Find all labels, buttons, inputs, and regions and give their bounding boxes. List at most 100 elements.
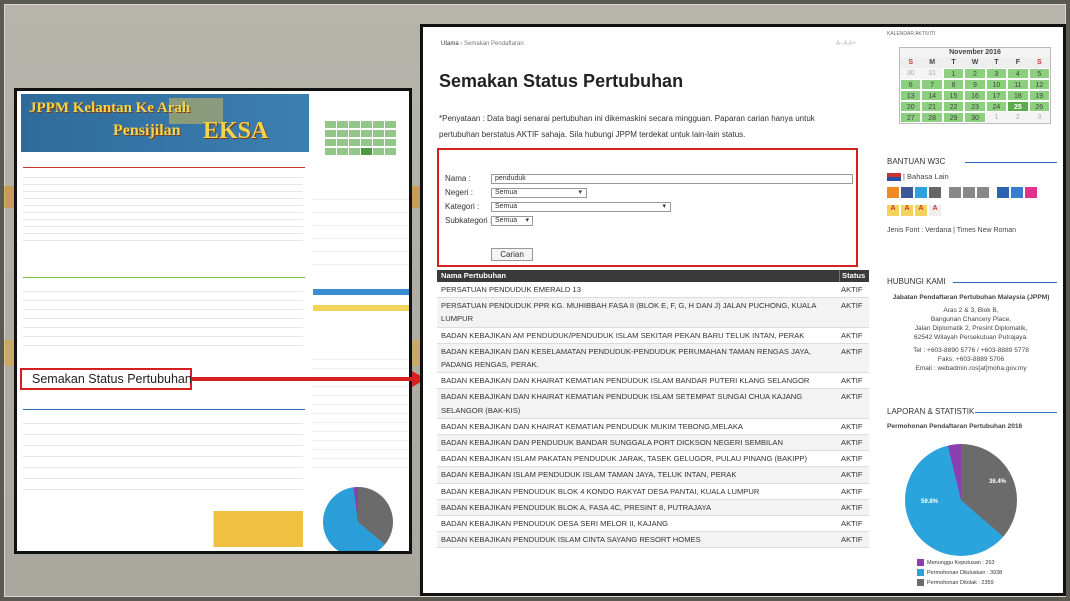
calendar-day[interactable]: 27 — [900, 112, 922, 123]
results-table: Nama Pertubuhan Status PERSATUAN PENDUDU… — [437, 270, 869, 549]
negeri-select[interactable]: Semua ▾ — [491, 188, 587, 198]
accessibility-icons — [887, 187, 1039, 198]
calendar-day[interactable]: 2 — [964, 68, 986, 79]
calendar-day[interactable]: 29 — [942, 112, 965, 123]
color-theme-icon[interactable] — [1010, 187, 1023, 198]
calendar-day[interactable]: 3 — [985, 68, 1008, 79]
calendar-day[interactable]: 3 — [1029, 112, 1050, 123]
pie-label-approved: 59.8% — [921, 499, 939, 505]
contrast-icon[interactable] — [962, 187, 975, 198]
calendar-day[interactable]: 31 — [921, 68, 942, 79]
org-name: PERSATUAN PENDUDUK PPR KG. MUHIBBAH FASA… — [441, 301, 816, 324]
calendar-day[interactable]: 11 — [1007, 79, 1029, 90]
calendar-day-header: S — [900, 57, 922, 68]
table-row[interactable]: BADAN KEBAJIKAN PENDUDUK ISLAM CINTA SAY… — [437, 532, 869, 549]
banner-line2: Pensijilan — [113, 122, 181, 139]
calendar-day[interactable]: 14 — [921, 90, 943, 101]
kategori-select[interactable]: Semua ▾ — [491, 202, 671, 212]
calendar-day[interactable]: 28 — [921, 112, 943, 123]
calendar-day[interactable]: 7 — [921, 79, 943, 90]
calendar-day[interactable]: 6 — [900, 79, 922, 90]
text-size-icons[interactable]: A- A A+ — [836, 41, 856, 47]
org-name: PERSATUAN PENDUDUK EMERALD 13 — [441, 285, 581, 294]
color-theme-icon[interactable] — [996, 187, 1009, 198]
font-size-button[interactable]: A — [887, 205, 899, 216]
org-status: AKTIF — [841, 285, 863, 294]
table-row[interactable]: BADAN KEBAJIKAN ISLAM PAKATAN PENDUDUK J… — [437, 451, 869, 468]
language-row[interactable]: | Bahasa Lain — [887, 172, 949, 182]
banner-line3: EKSA — [203, 118, 269, 144]
font-size-button[interactable]: A — [929, 205, 941, 216]
calendar-day[interactable]: 9 — [964, 79, 986, 90]
breadcrumb-home[interactable]: Utama — [441, 41, 459, 47]
calendar-day[interactable]: 8 — [942, 79, 965, 90]
contrast-icon[interactable] — [976, 187, 989, 198]
nama-input[interactable]: penduduk — [491, 174, 853, 184]
table-row[interactable]: BADAN KEBAJIKAN AM PENDUDUK/PENDUDUK ISL… — [437, 328, 869, 344]
flag-icon — [887, 173, 901, 182]
sitemap-icon[interactable] — [929, 187, 941, 198]
calendar-day[interactable]: 22 — [942, 101, 965, 112]
facebook-icon[interactable] — [901, 187, 913, 198]
org-name: BADAN KEBAJIKAN PENDUDUK BLOK 4 KONDO RA… — [441, 486, 760, 496]
table-row[interactable]: BADAN KEBAJIKAN ISLAM PENDUDUK ISLAM TAM… — [437, 467, 869, 484]
calendar-day-header: T — [942, 57, 965, 68]
negeri-value: Semua — [495, 189, 518, 196]
calendar-day[interactable]: 20 — [900, 101, 922, 112]
table-row[interactable]: BADAN KEBAJIKAN DAN KHAIRAT KEMATIAN PEN… — [437, 419, 869, 436]
subkategori-select[interactable]: Semua ▾ — [491, 216, 533, 226]
calendar-day[interactable]: 25 — [1007, 101, 1029, 112]
table-row[interactable]: BADAN KEBAJIKAN DAN KHAIRAT KEMATIAN PEN… — [437, 389, 869, 419]
table-row[interactable]: BADAN KEBAJIKAN DAN KESELAMATAN PENDUDUK… — [437, 343, 869, 374]
org-name: BADAN KEBAJIKAN DAN KHAIRAT KEMATIAN PEN… — [441, 421, 743, 431]
calendar-day[interactable]: 18 — [1007, 90, 1029, 101]
twitter-icon[interactable] — [915, 187, 927, 198]
table-row[interactable]: BADAN KEBAJIKAN PENDUDUK DESA SERI MELOR… — [437, 516, 869, 533]
w3c-heading: BANTUAN W3C — [887, 157, 946, 166]
org-status: AKTIF — [841, 502, 863, 512]
calendar-day[interactable]: 30 — [900, 68, 921, 79]
org-status: AKTIF — [841, 486, 863, 496]
calendar-day[interactable]: 2 — [1007, 112, 1028, 123]
calendar-month: November 2016 — [949, 49, 1001, 56]
font-size-button[interactable]: A — [901, 205, 913, 216]
calendar-day[interactable]: 5 — [1028, 68, 1050, 79]
color-theme-icon[interactable] — [1024, 187, 1037, 198]
org-status: AKTIF — [841, 346, 863, 356]
contrast-icon[interactable] — [948, 187, 961, 198]
language-link[interactable]: | Bahasa Lain — [903, 172, 949, 181]
calendar-day[interactable]: 13 — [900, 90, 922, 101]
font-type-row[interactable]: Jenis Font : Verdana | Times New Roman — [887, 227, 1016, 234]
arrow-line — [192, 377, 412, 381]
calendar-day[interactable]: 24 — [985, 101, 1008, 112]
section-placeholder — [23, 511, 303, 547]
table-row[interactable]: BADAN KEBAJIKAN DAN KHAIRAT KEMATIAN PEN… — [437, 373, 869, 390]
table-row[interactable]: BADAN KEBAJIKAN PENDUDUK BLOK A, FASA 4C… — [437, 499, 869, 517]
calendar-day[interactable]: 19 — [1028, 90, 1050, 101]
calendar-day[interactable]: 30 — [964, 112, 986, 123]
calendar-day[interactable]: 1 — [942, 68, 965, 79]
breadcrumb-current[interactable]: Semakan Pendaftaran — [464, 41, 524, 47]
calendar-day[interactable]: 16 — [964, 90, 986, 101]
calendar-day[interactable]: 15 — [942, 90, 965, 101]
calendar-day[interactable]: 10 — [985, 79, 1008, 90]
column-name-header: Nama Pertubuhan — [441, 271, 506, 280]
table-row[interactable]: BADAN KEBAJIKAN PENDUDUK BLOK 4 KONDO RA… — [437, 484, 869, 500]
calendar-day[interactable]: 26 — [1028, 101, 1050, 112]
calendar-day[interactable]: 21 — [921, 101, 943, 112]
org-name: BADAN KEBAJIKAN PENDUDUK BLOK A, FASA 4C… — [441, 502, 712, 512]
calendar-day[interactable]: 23 — [964, 101, 986, 112]
calendar-day[interactable]: 12 — [1028, 79, 1050, 90]
table-row[interactable]: BADAN KEBAJIKAN DAN PENDUDUK BANDAR SUNG… — [437, 435, 869, 452]
table-row[interactable]: PERSATUAN PENDUDUK EMERALD 13 AKTIF — [437, 282, 869, 299]
table-row[interactable]: PERSATUAN PENDUDUK PPR KG. MUHIBBAH FASA… — [437, 298, 869, 328]
calendar-day[interactable]: 1 — [986, 112, 1007, 123]
contact-email[interactable]: Email : webadmin.ros[at]moha.gov.my — [883, 364, 1059, 373]
rss-icon[interactable] — [887, 187, 899, 198]
calendar-day[interactable]: 17 — [985, 90, 1008, 101]
font-size-button[interactable]: A — [915, 205, 927, 216]
right-sidebar: KALENDAR AKTIVITI November 2016 SMTWTFS3… — [879, 27, 1063, 593]
calendar-day-header: F — [1007, 57, 1029, 68]
calendar-day[interactable]: 4 — [1007, 68, 1029, 79]
search-button[interactable]: Carian — [491, 248, 533, 261]
